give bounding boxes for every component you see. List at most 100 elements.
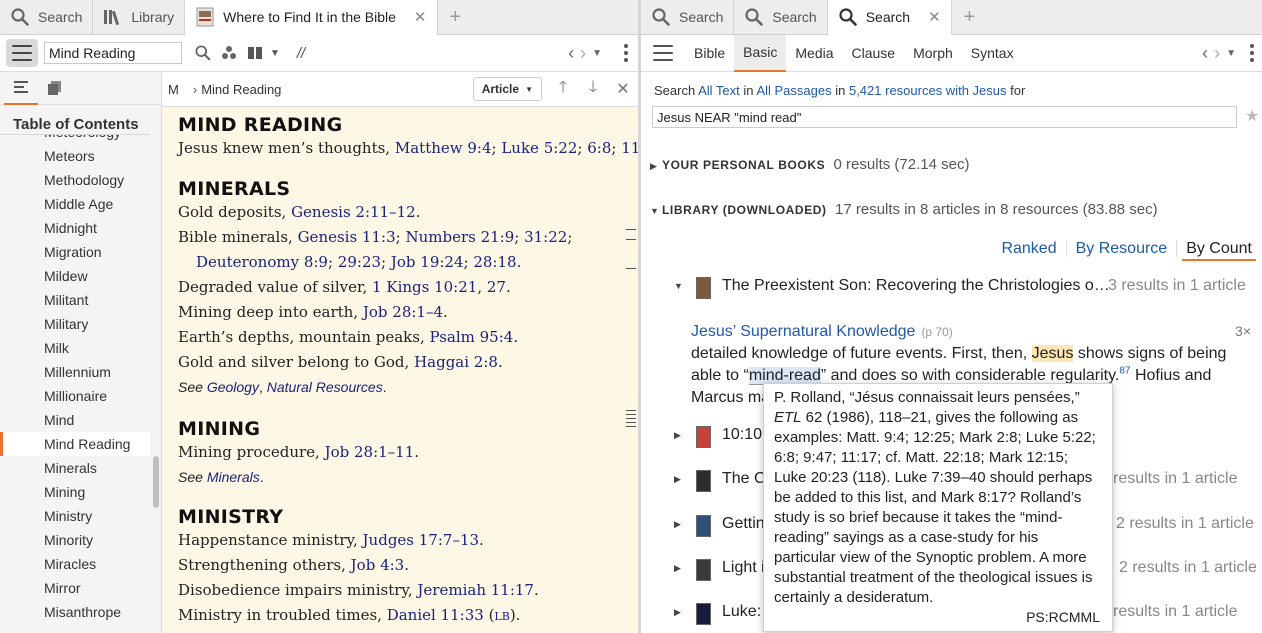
toc-item[interactable]: Middle Age	[0, 192, 150, 216]
tab-search[interactable]: Search	[0, 0, 94, 34]
toc-item[interactable]: Minerals	[0, 456, 150, 480]
chevron-right-icon[interactable]: ▶	[674, 607, 681, 618]
search-kind-syntax[interactable]: Syntax	[962, 35, 1023, 72]
scripture-link[interactable]: Job 28:1–11	[325, 443, 415, 461]
search-kind-clause[interactable]: Clause	[843, 35, 905, 72]
panel-menu-button[interactable]	[6, 39, 38, 67]
reference-input[interactable]	[44, 42, 182, 64]
chevron-down-icon[interactable]: ▼	[268, 40, 282, 66]
scripture-link[interactable]: Haggai 2:8	[414, 353, 498, 371]
article-dropdown[interactable]: Article ▼	[472, 77, 542, 101]
toc-item[interactable]: Millennium	[0, 360, 150, 384]
footnote-popup[interactable]: P. Rolland, “Jésus connaissait leurs pen…	[763, 383, 1113, 632]
toc-item[interactable]: Military	[0, 312, 150, 336]
scope-text-link[interactable]: All Text	[698, 83, 740, 98]
search-query-input[interactable]	[652, 106, 1237, 128]
add-tab-icon[interactable]: +	[438, 0, 474, 34]
chevron-down-icon[interactable]: ▼	[674, 281, 683, 291]
toc-item[interactable]: Meteors	[0, 144, 150, 168]
scripture-link[interactable]: Psalm 95:4	[430, 328, 514, 346]
toc-item[interactable]: Mirror	[0, 576, 150, 600]
resources-link[interactable]: 5,421 resources with Jesus	[849, 83, 1007, 98]
search-hit[interactable]: Jesus	[1031, 345, 1074, 362]
visual-filter-icon[interactable]	[216, 40, 242, 66]
search-kind-morph[interactable]: Morph	[904, 35, 962, 72]
chevron-right-icon[interactable]: ▶	[674, 563, 681, 574]
hamburger-icon[interactable]	[653, 45, 673, 61]
scripture-link[interactable]: Job 4:3	[351, 556, 405, 574]
scripture-link[interactable]: Luke 5:22	[501, 139, 577, 157]
tab-where-to-find-it[interactable]: Where to Find It in the Bible ✕	[185, 0, 438, 35]
toc-item[interactable]: Minority	[0, 528, 150, 552]
search-kind-basic[interactable]: Basic	[734, 34, 787, 72]
toc-list-tab[interactable]	[4, 72, 38, 105]
toc-item[interactable]: Migration	[0, 240, 150, 264]
chevron-right-icon[interactable]: ▶	[674, 430, 681, 441]
footnote-marker[interactable]: 87	[1119, 366, 1130, 377]
more-options-icon[interactable]	[1250, 44, 1254, 62]
breadcrumb-title[interactable]: Mind Reading	[201, 82, 281, 97]
scripture-link[interactable]: Matthew 9:4	[395, 139, 492, 157]
result-title[interactable]: Gettin	[722, 515, 765, 533]
toc-item-selected[interactable]: Mind Reading	[0, 432, 150, 456]
result-row[interactable]: ▼ The Preexistent Son: Recovering the Ch…	[641, 274, 1262, 304]
parallel-resources-button[interactable]: //	[288, 40, 314, 66]
toc-item[interactable]: Milk	[0, 336, 150, 360]
chevron-right-icon[interactable]: ▶	[674, 519, 681, 530]
scripture-link[interactable]: 11:17	[621, 139, 638, 157]
sort-by-count[interactable]: By Count	[1182, 240, 1256, 261]
toc-pages-tab[interactable]	[38, 72, 72, 105]
toc-item[interactable]: Miracles	[0, 552, 150, 576]
scripture-link[interactable]: Job 19:24	[391, 253, 464, 271]
chevron-down-icon[interactable]: ▼	[592, 48, 602, 59]
toc-scrollbar[interactable]	[153, 456, 159, 508]
section-personal-books[interactable]: ▶ YOUR PERSONAL BOOKS 0 results (72.14 se…	[650, 156, 969, 173]
result-title[interactable]: 10:10	[722, 426, 762, 444]
forward-arrow-icon[interactable]: ›	[580, 43, 586, 64]
arrow-down-icon[interactable]: 🡓	[578, 76, 608, 103]
toc-item[interactable]: Midnight	[0, 216, 150, 240]
scripture-link[interactable]: Genesis 2:11–12	[291, 203, 416, 221]
add-tab-icon[interactable]: +	[952, 0, 988, 34]
cross-ref-link[interactable]: Natural Resources	[267, 379, 383, 395]
scripture-link[interactable]: 31:22	[524, 228, 567, 246]
close-icon[interactable]: ✕	[608, 79, 638, 99]
search-kind-media[interactable]: Media	[786, 35, 842, 72]
scripture-link[interactable]: Judges 17:7–13	[363, 531, 480, 549]
scripture-link[interactable]: 27	[487, 278, 506, 296]
section-library[interactable]: ▼ LIBRARY (DOWNLOADED) 17 results in 8 ar…	[650, 201, 1158, 218]
scripture-link[interactable]: Genesis 11:3	[298, 228, 396, 246]
tab-library[interactable]: Library	[93, 0, 186, 34]
sort-by-resource[interactable]: By Resource	[1066, 240, 1178, 257]
toc-item[interactable]: Mining	[0, 480, 150, 504]
star-icon[interactable]: ★	[1245, 106, 1259, 126]
scripture-link[interactable]: Daniel 11:33	[387, 606, 484, 624]
result-title[interactable]: Luke:	[722, 603, 761, 621]
scripture-link[interactable]: 29:23	[338, 253, 381, 271]
tab-search-2[interactable]: Search	[734, 0, 828, 34]
search-icon[interactable]	[190, 40, 216, 66]
forward-arrow-icon[interactable]: ›	[1214, 43, 1220, 64]
chevron-down-icon[interactable]: ▼	[1226, 48, 1236, 59]
toc-item[interactable]: Mildew	[0, 264, 150, 288]
toc-item[interactable]: Misanthrope	[0, 600, 150, 624]
tab-search-3[interactable]: Search ✕	[827, 0, 952, 35]
toc-item[interactable]: Millionaire	[0, 384, 150, 408]
close-icon[interactable]: ✕	[414, 8, 427, 26]
chevron-right-icon[interactable]: ▶	[674, 474, 681, 485]
toc-item[interactable]: Meteorology	[0, 135, 150, 144]
scripture-link[interactable]: 28:18	[473, 253, 516, 271]
scripture-link[interactable]: Numbers 21:9	[405, 228, 514, 246]
back-arrow-icon[interactable]: ‹	[1202, 43, 1208, 64]
toc-item[interactable]: Ministry	[0, 504, 150, 528]
toc-item[interactable]: Mind	[0, 408, 150, 432]
snippet-article-link[interactable]: Jesus’ Supernatural Knowledge	[691, 321, 915, 343]
back-arrow-icon[interactable]: ‹	[568, 43, 574, 64]
more-options-icon[interactable]	[624, 44, 628, 62]
reading-layout-icon[interactable]	[242, 40, 268, 66]
search-kind-bible[interactable]: Bible	[685, 35, 734, 72]
toc-item[interactable]: Methodology	[0, 168, 150, 192]
cross-ref-link[interactable]: Geology	[207, 379, 259, 395]
scripture-link[interactable]: 6:8	[587, 139, 611, 157]
passages-link[interactable]: All Passages	[756, 83, 831, 98]
